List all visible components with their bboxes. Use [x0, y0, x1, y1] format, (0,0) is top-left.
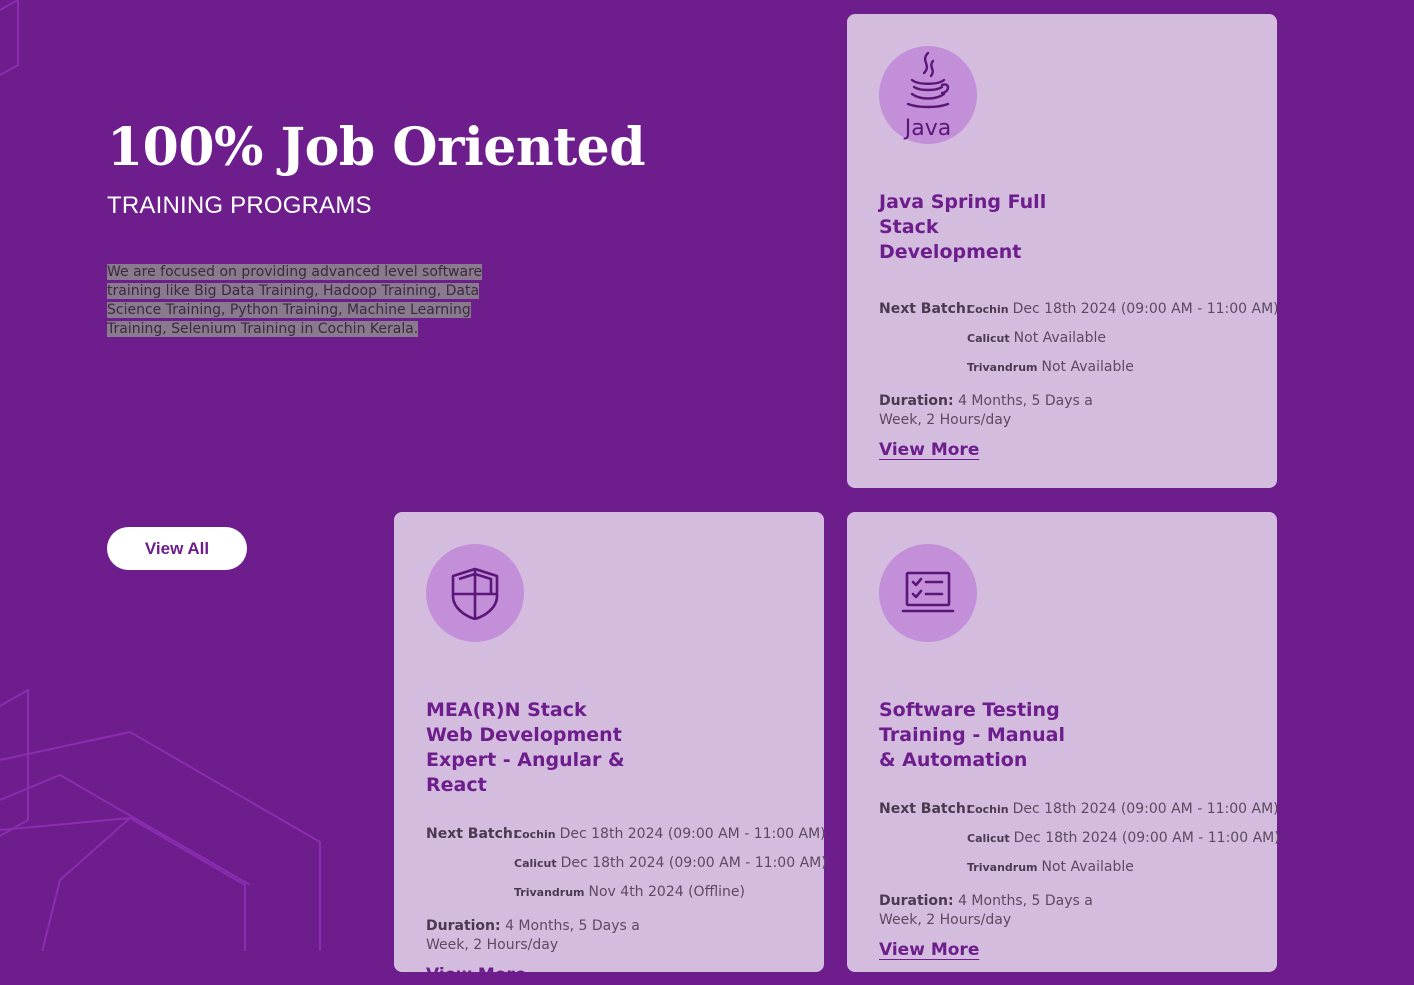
hero-description: We are focused on providing advanced lev… — [107, 263, 485, 339]
batch-value: Dec 18th 2024 (09:00 AM - 11:00 AM) — [560, 855, 827, 871]
hero-title: 100% Job Oriented — [107, 117, 646, 178]
duration-label: Duration: — [879, 393, 954, 409]
next-batch: Next Batch: Cochin Dec 18th 2024 (09:00 … — [879, 295, 1279, 382]
batch-value: Dec 18th 2024 (09:00 AM - 11:00 AM) — [559, 826, 826, 842]
course-card: Java Java Spring Full Stack Development … — [847, 14, 1279, 488]
batch-value: Not Available — [1013, 330, 1107, 346]
hero-description-text: We are focused on providing advanced lev… — [107, 264, 483, 337]
batch-city: Trivandrum — [967, 361, 1038, 374]
java-icon-text: Java — [903, 116, 951, 141]
batch-value: Dec 18th 2024 (09:00 AM - 11:00 AM) — [1012, 301, 1279, 317]
batch-city: Trivandrum — [514, 886, 585, 899]
batch-city: Cochin — [967, 803, 1009, 816]
batch-city: Calicut — [514, 857, 557, 870]
course-title: Software Testing Training - Manual & Aut… — [879, 699, 1065, 771]
next-batch-label: Next Batch: — [426, 826, 519, 842]
hero-subtitle: TRAINING PROGRAMS — [107, 192, 372, 219]
course-card: MEA(R)N Stack Web Development Expert - A… — [394, 512, 827, 985]
next-batch: Next Batch: Cochin Dec 18th 2024 (09:00 … — [879, 795, 1280, 882]
course-title: Java Spring Full Stack Development — [879, 191, 1047, 263]
view-more-link[interactable]: View More — [426, 965, 526, 985]
batch-city: Trivandrum — [967, 861, 1038, 874]
course-duration: Duration: 4 Months, 5 Days a Week, 2 Hou… — [879, 892, 1099, 930]
course-duration: Duration: 4 Months, 5 Days a Week, 2 Hou… — [879, 392, 1099, 430]
next-batch-label: Next Batch: — [879, 301, 972, 317]
course-title: MEA(R)N Stack Web Development Expert - A… — [426, 699, 625, 796]
view-all-button[interactable]: View All — [107, 527, 247, 570]
next-batch: Next Batch: Cochin Dec 18th 2024 (09:00 … — [426, 820, 827, 907]
batch-city: Calicut — [967, 332, 1010, 345]
next-batch-label: Next Batch: — [879, 801, 972, 817]
shield-icon — [426, 544, 524, 642]
batch-value: Nov 4th 2024 (Offline) — [588, 884, 745, 900]
java-icon: Java — [879, 46, 977, 144]
hero: 100% Job Oriented TRAINING PROGRAMS — [107, 112, 667, 220]
duration-label: Duration: — [879, 893, 954, 909]
course-duration: Duration: 4 Months, 5 Days a Week, 2 Hou… — [426, 917, 646, 955]
batch-city: Calicut — [967, 832, 1010, 845]
batch-value: Dec 18th 2024 (09:00 AM - 11:00 AM) — [1013, 830, 1280, 846]
batch-value: Not Available — [1041, 859, 1134, 875]
view-more-link[interactable]: View More — [879, 940, 979, 960]
view-more-link[interactable]: View More — [879, 440, 979, 460]
laptop-checklist-icon — [879, 544, 977, 642]
batch-city: Cochin — [967, 303, 1009, 316]
batch-city: Cochin — [514, 828, 556, 841]
course-card: Software Testing Training - Manual & Aut… — [847, 512, 1280, 972]
batch-value: Not Available — [1041, 359, 1134, 375]
batch-value: Dec 18th 2024 (09:00 AM - 11:00 AM) — [1012, 801, 1279, 817]
duration-label: Duration: — [426, 918, 501, 934]
